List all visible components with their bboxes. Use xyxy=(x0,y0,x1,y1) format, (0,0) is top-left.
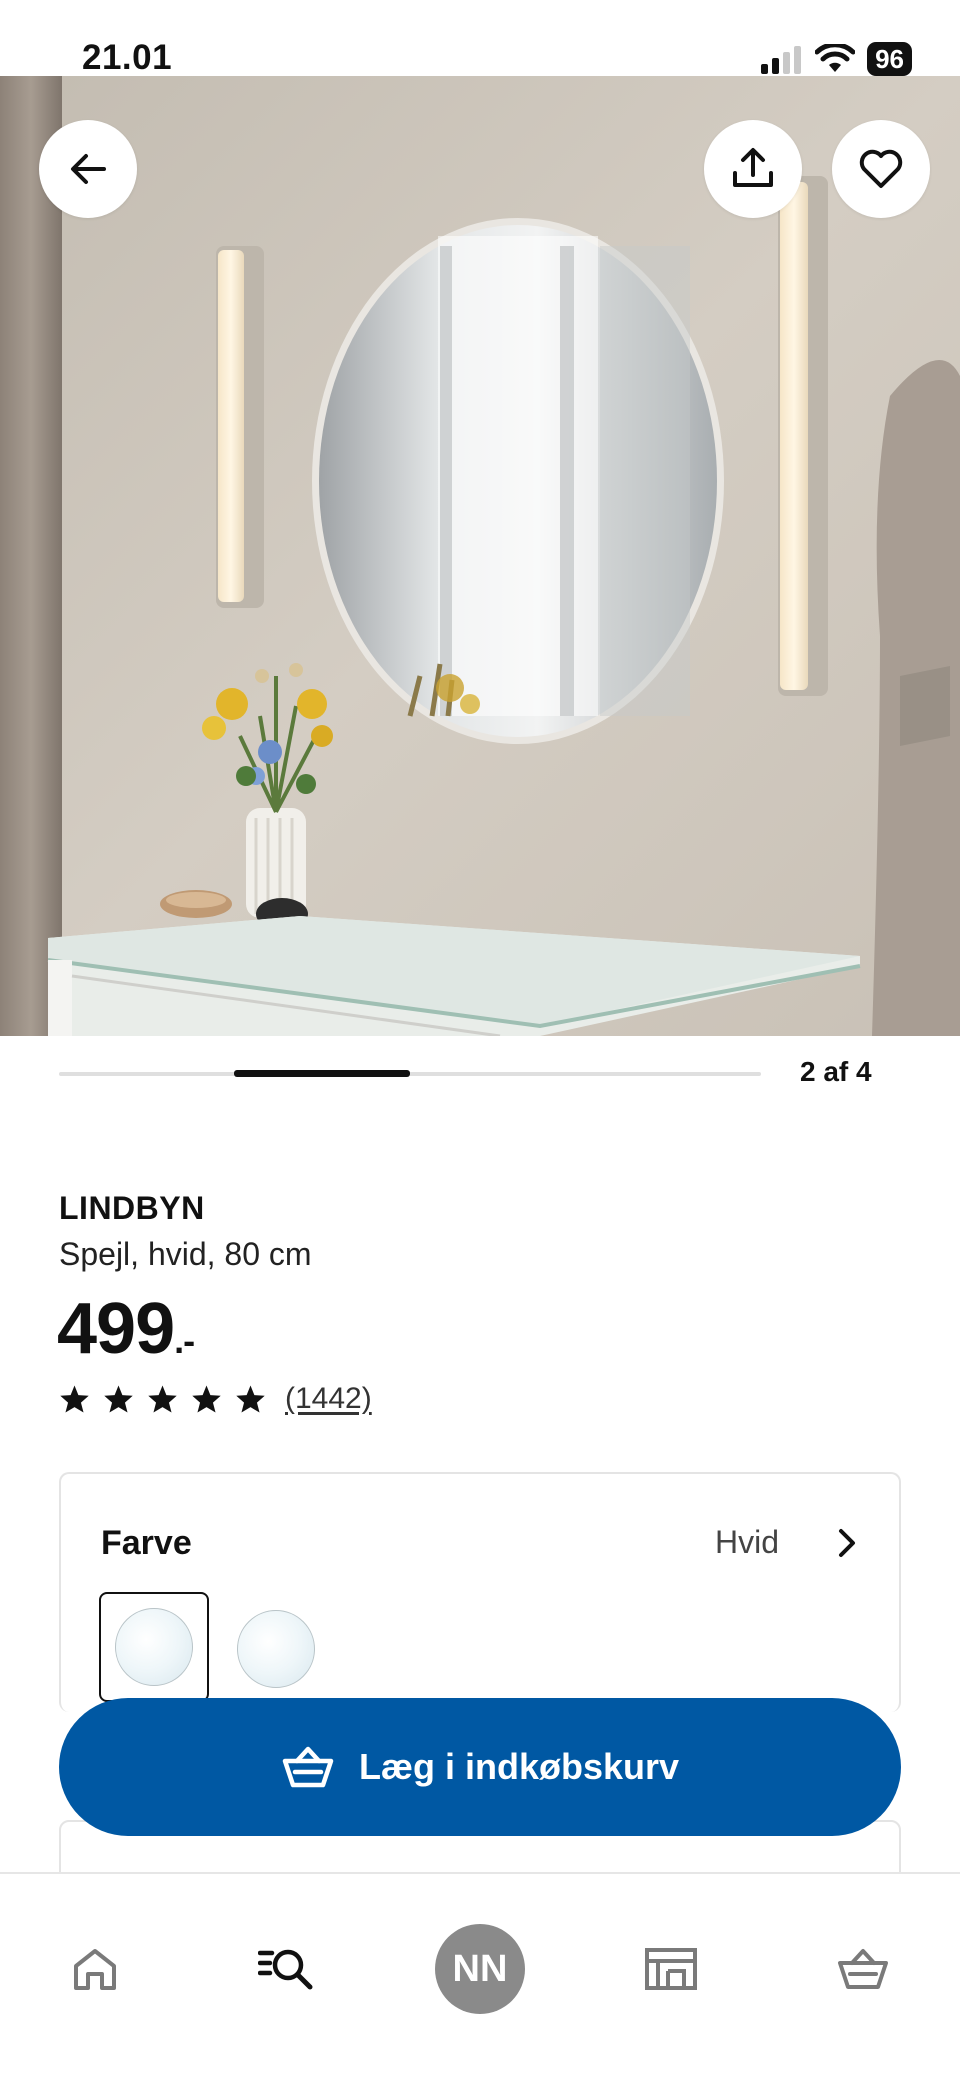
back-button[interactable] xyxy=(39,120,137,218)
product-price: 499.- xyxy=(57,1288,195,1370)
add-to-cart-label: Læg i indkøbskurv xyxy=(358,1746,680,1787)
battery-indicator: 96 xyxy=(867,42,912,76)
star-icon xyxy=(192,1385,221,1413)
color-swatch-selected[interactable] xyxy=(99,1592,209,1702)
carousel-track xyxy=(59,1072,761,1076)
rating-count-link[interactable]: (1442) xyxy=(285,1382,372,1416)
chevron-right-icon[interactable] xyxy=(831,1526,861,1560)
image-carousel-progress xyxy=(59,1060,761,1088)
nav-profile[interactable]: NN xyxy=(425,1914,535,2024)
product-description: Spejl, hvid, 80 cm xyxy=(59,1236,312,1272)
carousel-thumb xyxy=(234,1070,410,1077)
color-value: Hvid xyxy=(714,1524,779,1560)
price-value: 499 xyxy=(57,1289,175,1369)
signal-icon xyxy=(761,46,802,74)
product-rating[interactable]: (1442) xyxy=(59,1382,372,1416)
nav-home[interactable] xyxy=(40,1914,150,2024)
swatch-white xyxy=(115,1608,193,1686)
cart-icon xyxy=(838,1949,888,1989)
price-suffix: .- xyxy=(174,1320,195,1361)
star-icon xyxy=(60,1385,89,1413)
add-to-cart-button[interactable]: Læg i indkøbskurv xyxy=(59,1698,901,1836)
arrow-left-icon xyxy=(71,154,106,184)
status-bar: 21.01 96 xyxy=(0,0,960,77)
status-time: 21.01 xyxy=(82,38,173,77)
nav-cart[interactable] xyxy=(808,1914,918,2024)
nav-search[interactable] xyxy=(232,1914,342,2024)
search-icon xyxy=(258,1949,313,1990)
heart-icon xyxy=(859,149,903,188)
product-photo xyxy=(0,76,960,1036)
share-button[interactable] xyxy=(704,120,802,218)
color-label: Farve xyxy=(101,1524,192,1562)
star-icon xyxy=(148,1385,177,1413)
status-icons: 96 xyxy=(759,42,912,76)
basket-icon xyxy=(282,1746,334,1788)
favorite-button[interactable] xyxy=(832,120,930,218)
product-image[interactable] xyxy=(0,76,960,1036)
share-icon xyxy=(733,148,773,187)
image-counter: 2 af 4 xyxy=(800,1056,872,1087)
star-icon xyxy=(104,1385,133,1413)
home-icon xyxy=(74,1949,116,1990)
wifi-icon xyxy=(815,44,856,72)
star-icon xyxy=(236,1385,265,1413)
color-swatch-option[interactable] xyxy=(237,1610,315,1688)
color-selector[interactable]: Farve Hvid xyxy=(59,1472,901,1712)
avatar: NN xyxy=(435,1924,525,2014)
nav-stores[interactable] xyxy=(616,1914,726,2024)
store-icon xyxy=(645,1948,697,1990)
bottom-navigation: NN xyxy=(0,1872,960,2078)
product-name: LINDBYN xyxy=(59,1190,205,1226)
